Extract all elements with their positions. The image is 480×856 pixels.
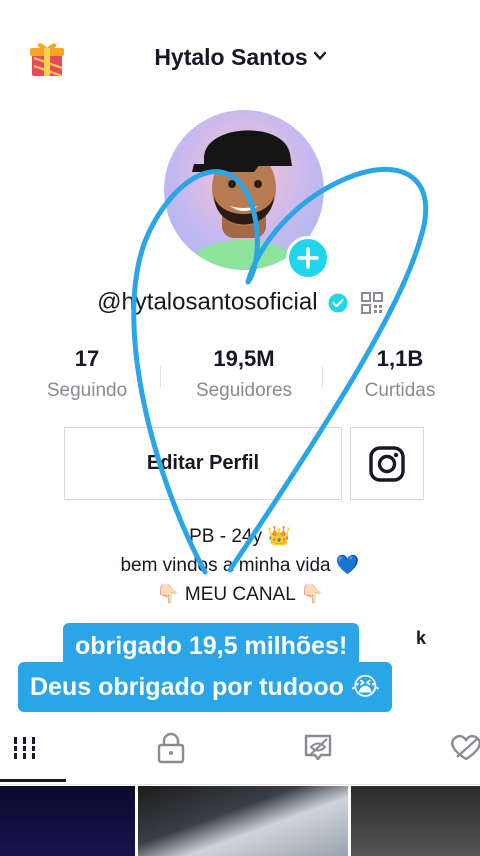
- tab-hidden-videos[interactable]: [288, 718, 348, 778]
- instagram-button[interactable]: [350, 427, 424, 500]
- tab-private[interactable]: [141, 718, 201, 778]
- bio-line: 👇🏻 MEU CANAL 👇🏻: [155, 584, 325, 605]
- active-tab-indicator: [0, 779, 66, 782]
- chevron-down-icon: [313, 51, 326, 61]
- following-stat[interactable]: 17 Seguindo: [17, 346, 157, 402]
- grid-icon: [13, 737, 37, 759]
- video-thumbnail[interactable]: [0, 786, 135, 856]
- following-count: 17: [74, 346, 100, 371]
- username: @hytalosantosoficial: [97, 288, 318, 316]
- tab-videos[interactable]: [0, 718, 52, 778]
- add-photo-button[interactable]: [286, 236, 330, 280]
- bio-line: PB - 24y 👑: [189, 526, 291, 547]
- following-label: Seguindo: [46, 380, 128, 401]
- instagram-icon: [369, 445, 405, 482]
- likes-label: Curtidas: [364, 380, 436, 401]
- video-thumbnail[interactable]: [138, 786, 348, 856]
- stat-divider: [160, 366, 161, 388]
- hidden-video-icon: [304, 734, 332, 761]
- video-thumbnail[interactable]: [351, 786, 480, 856]
- profile-name: Hytalo Santos: [154, 44, 308, 70]
- profile-name-dropdown[interactable]: Hytalo Santos: [0, 44, 480, 71]
- liked-hidden-icon: [451, 734, 480, 761]
- followers-label: Seguidores: [195, 380, 293, 401]
- followers-count: 19,5M: [213, 346, 275, 371]
- qr-code-icon[interactable]: [360, 291, 383, 314]
- stat-divider: [322, 366, 323, 388]
- lock-icon: [157, 732, 185, 764]
- likes-stat[interactable]: 1,1B Curtidas: [330, 346, 470, 402]
- verified-badge-icon: [328, 293, 348, 313]
- bio-link-fragment[interactable]: k: [416, 628, 426, 649]
- profile-tabs: [0, 718, 480, 785]
- followers-stat[interactable]: 19,5M Seguidores: [174, 346, 314, 402]
- video-caption-line-2: Deus obrigado por tudooo 😭: [18, 662, 393, 712]
- username-row: @hytalosantosoficial: [0, 288, 480, 317]
- plus-icon: [297, 247, 319, 269]
- tab-liked-hidden[interactable]: [436, 718, 480, 778]
- edit-profile-button[interactable]: Editar Perfil: [64, 427, 342, 500]
- bio-line: bem vindos a minha vida 💙: [120, 555, 360, 576]
- likes-count: 1,1B: [376, 346, 424, 371]
